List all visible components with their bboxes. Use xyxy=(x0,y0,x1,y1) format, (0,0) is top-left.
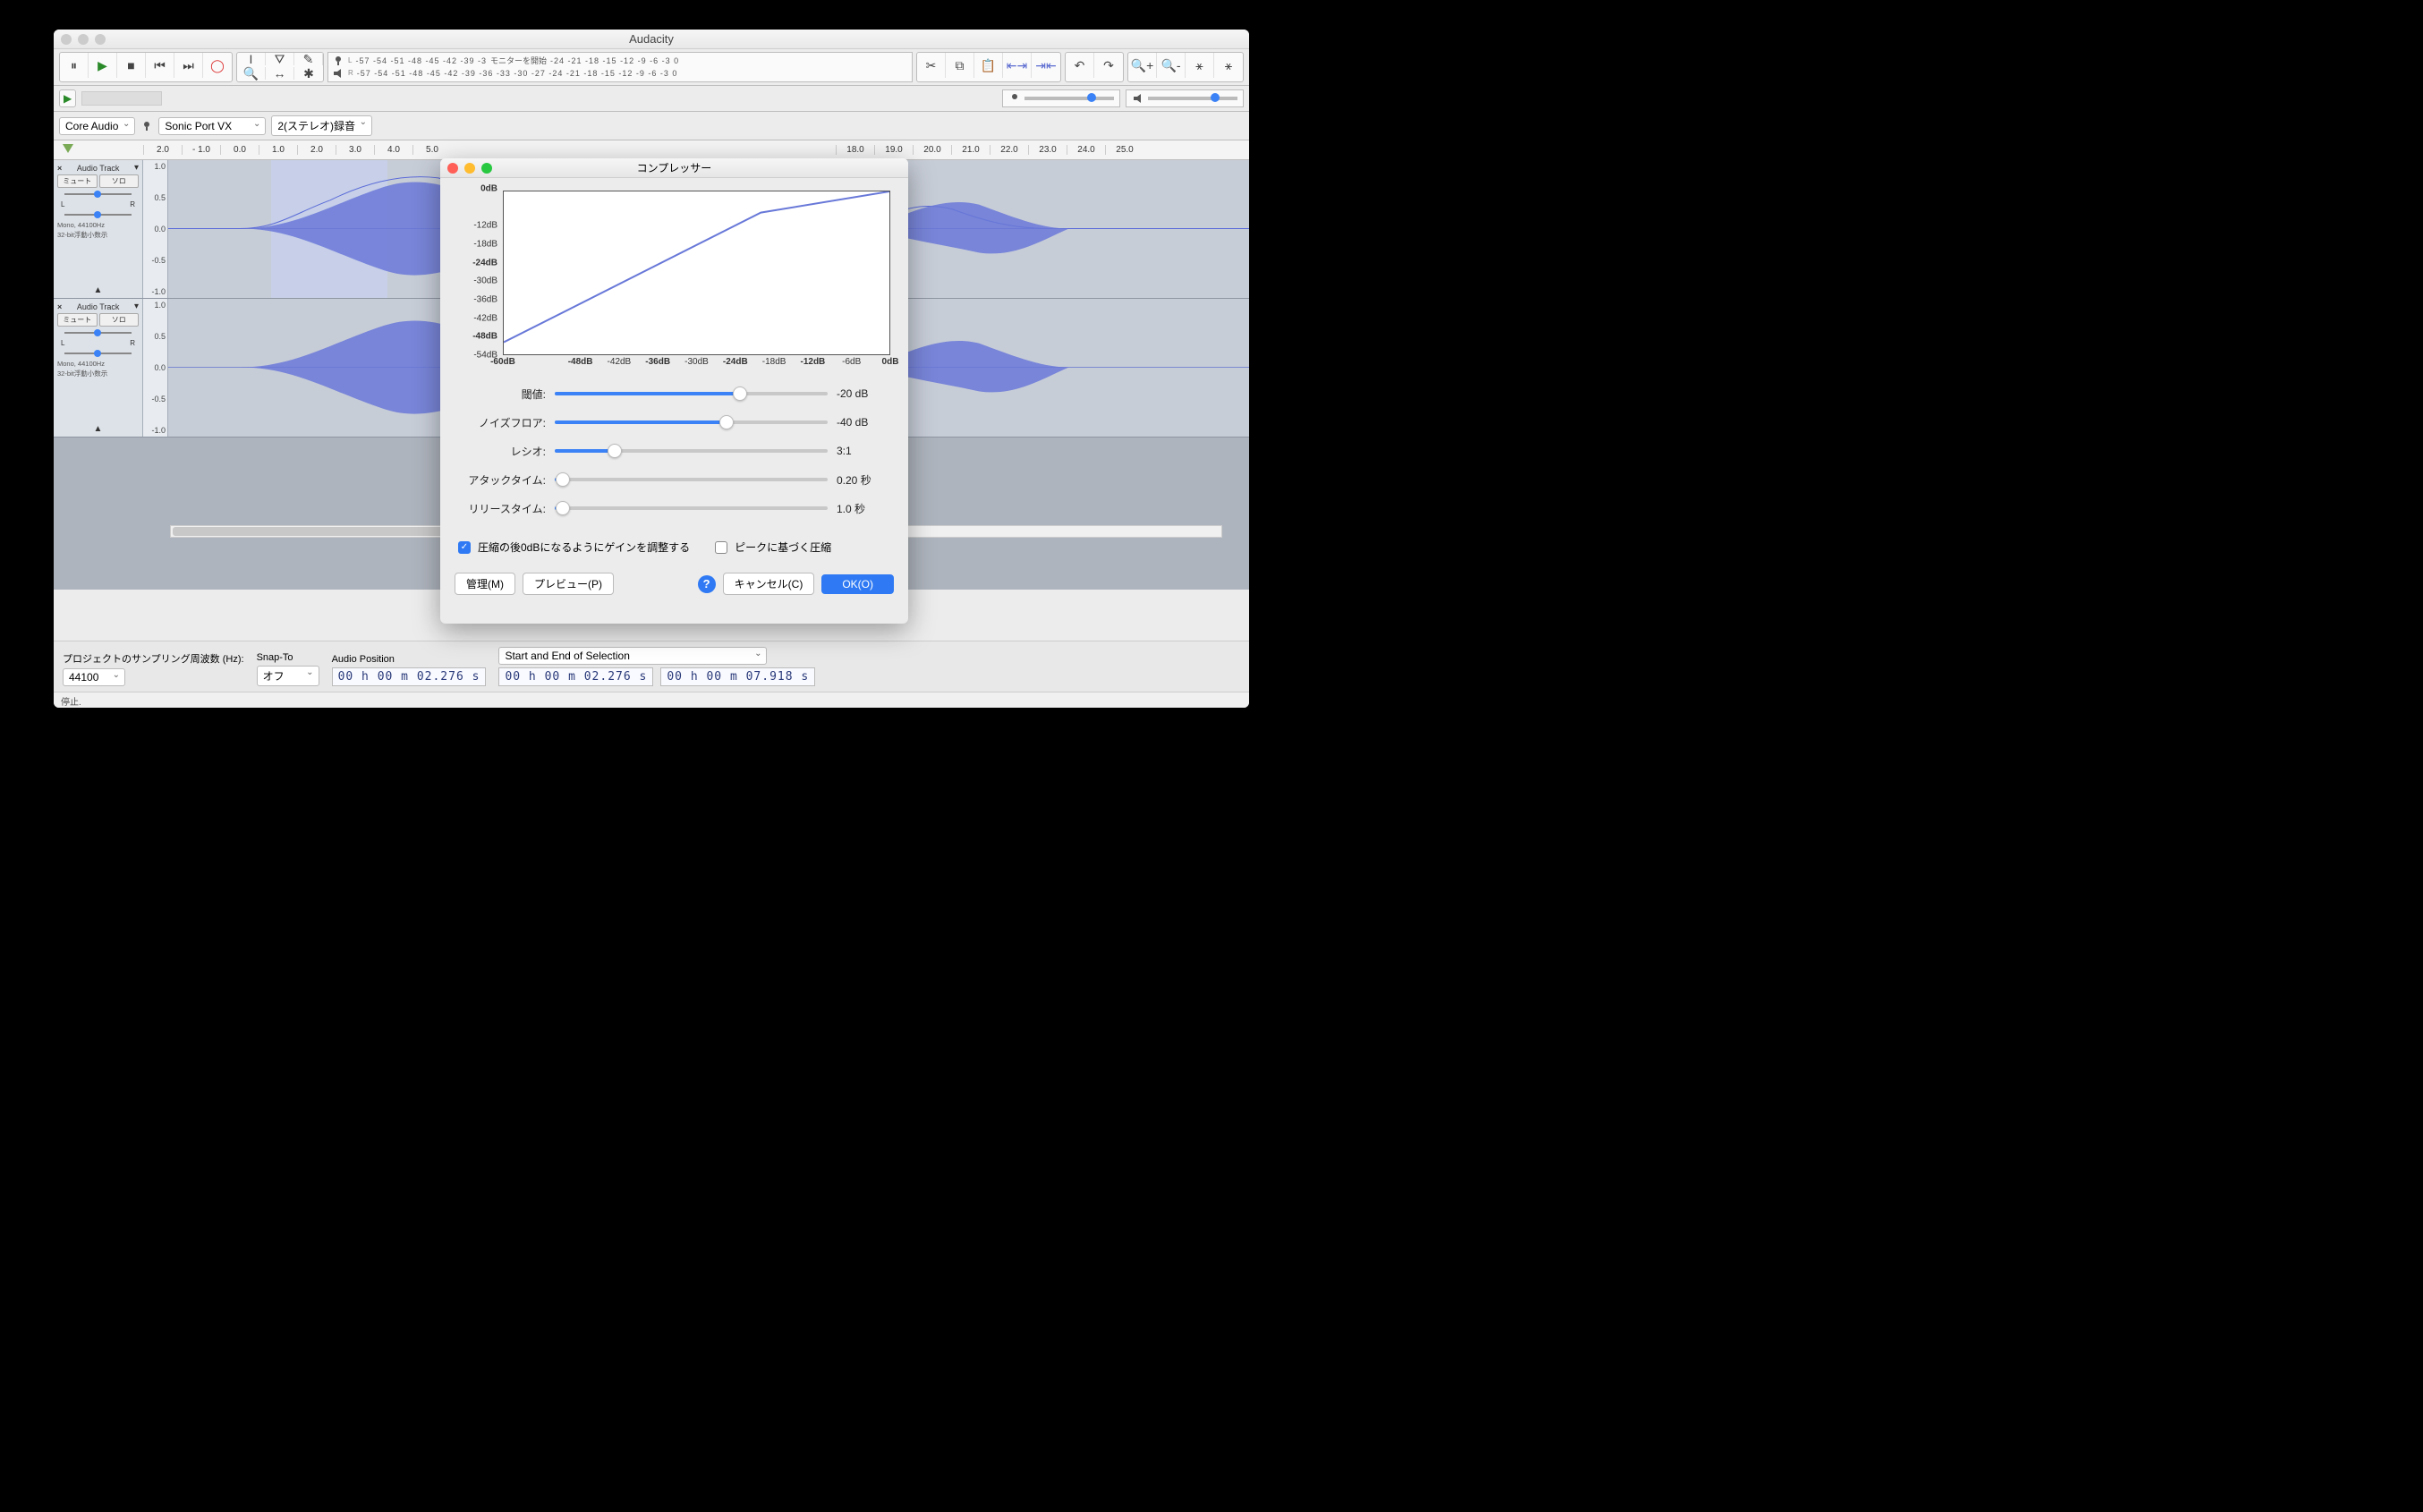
compressor-dialog: コンプレッサー 0dB-12dB-18dB-24dB-30dB-36dB-42d… xyxy=(440,158,908,624)
noisefloor-value: -40 dB xyxy=(837,416,890,429)
release-slider[interactable] xyxy=(555,500,828,516)
noisefloor-slider[interactable] xyxy=(555,414,828,430)
maximize-icon[interactable] xyxy=(481,163,492,174)
close-icon[interactable] xyxy=(447,163,458,174)
manage-button[interactable]: 管理(M) xyxy=(455,573,515,595)
minimize-icon[interactable] xyxy=(464,163,475,174)
help-icon[interactable]: ? xyxy=(698,575,716,593)
main-window: Audacity ⏸ ▶ ■ ⏮ ⏭ ◯ I ⛛ ✎ 🔍 ↔ ✱ L-57 -5… xyxy=(54,30,1249,708)
dialog-title: コンプレッサー xyxy=(637,162,712,174)
cancel-button[interactable]: キャンセル(C) xyxy=(723,573,815,595)
dialog-overlay: コンプレッサー 0dB-12dB-18dB-24dB-30dB-36dB-42d… xyxy=(54,30,1249,708)
ratio-slider[interactable] xyxy=(555,443,828,459)
peak-compress-label: ピークに基づく圧縮 xyxy=(735,539,831,555)
dialog-titlebar: コンプレッサー xyxy=(440,158,908,178)
ok-button[interactable]: OK(O) xyxy=(821,574,894,594)
attack-slider[interactable] xyxy=(555,471,828,488)
noisefloor-label: ノイズフロア: xyxy=(458,415,546,430)
release-label: リリースタイム: xyxy=(458,501,546,516)
compressor-controls: 閾値: -20 dB ノイズフロア: -40 dB レシオ: 3:1 アタックタ… xyxy=(440,377,908,534)
makeup-gain-label: 圧縮の後0dBになるようにゲインを調整する xyxy=(478,539,690,555)
attack-value: 0.20 秒 xyxy=(837,472,890,488)
release-value: 1.0 秒 xyxy=(837,501,890,516)
attack-label: アタックタイム: xyxy=(458,472,546,488)
ratio-value: 3:1 xyxy=(837,445,890,457)
preview-button[interactable]: プレビュー(P) xyxy=(523,573,614,595)
transfer-chart: 0dB-12dB-18dB-24dB-30dB-36dB-42dB-48dB-5… xyxy=(440,178,908,377)
makeup-gain-checkbox[interactable]: ✓ xyxy=(458,541,471,554)
dialog-buttons: 管理(M) プレビュー(P) ? キャンセル(C) OK(O) xyxy=(440,565,908,607)
checkbox-row: ✓ 圧縮の後0dBになるようにゲインを調整する ピークに基づく圧縮 xyxy=(440,534,908,565)
peak-compress-checkbox[interactable] xyxy=(715,541,727,554)
threshold-label: 閾値: xyxy=(458,386,546,402)
threshold-value: -20 dB xyxy=(837,387,890,400)
ratio-label: レシオ: xyxy=(458,444,546,459)
threshold-slider[interactable] xyxy=(555,386,828,402)
